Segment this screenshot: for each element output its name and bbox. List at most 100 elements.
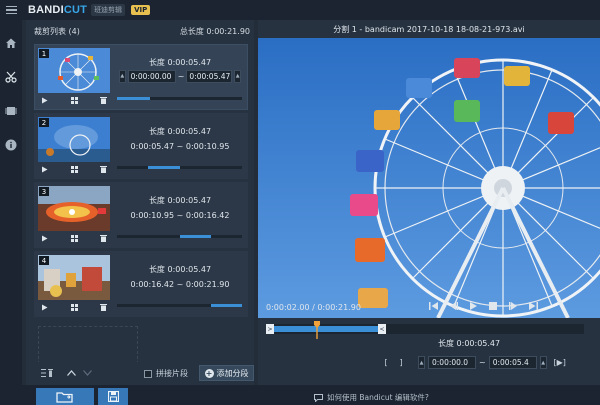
end-stepper-icon[interactable]: ▲ <box>539 356 547 369</box>
playback-controls <box>428 301 538 311</box>
bandicut-window: BANDICUT 班迪剪辑 VIP 裁剪列表 (4) 总长度 0:00:21.9… <box>0 0 600 405</box>
total-length: 总长度 0:00:21.90 <box>179 27 250 36</box>
start-time-input[interactable]: 0:00:00.00 <box>127 69 176 83</box>
clip-position-bar <box>117 97 242 100</box>
add-segment-button[interactable]: + 添加分段 <box>199 365 254 381</box>
play-icon[interactable] <box>468 301 478 311</box>
grid-icon[interactable] <box>70 96 78 106</box>
clip-length: 长度 0:00:05.47 <box>148 127 212 136</box>
play-segment-button[interactable]: [▶] <box>550 358 570 367</box>
title-bar: BANDICUT 班迪剪辑 VIP <box>0 0 600 20</box>
clip-item[interactable]: 3 长度 0:00:05.47 0:00:10.95 ~ 0:00:16.42 <box>34 182 248 248</box>
save-button[interactable] <box>98 388 128 405</box>
prev-frame-icon[interactable] <box>448 301 458 311</box>
app-logo: BANDICUT <box>28 4 87 16</box>
brand-subtitle: 班迪剪辑 <box>91 4 126 16</box>
clip-range[interactable]: 0:00:10.95 ~ 0:00:16.42 <box>115 211 245 220</box>
merge-label: 拼接片段 <box>156 369 188 378</box>
play-icon[interactable] <box>41 304 48 313</box>
video-frame[interactable] <box>258 38 600 318</box>
film-icon[interactable] <box>4 104 18 118</box>
clip-position-fill <box>179 235 211 238</box>
help-text: 如何使用 Bandicut 编辑软件? <box>327 393 429 402</box>
chat-bubble-icon <box>314 393 323 402</box>
clip-item[interactable]: 4 长度 0:00:05.47 0:00:16.42 ~ 0:00:21.90 <box>34 251 248 317</box>
merge-segments-toggle[interactable]: 拼接片段 <box>144 368 188 379</box>
play-icon[interactable] <box>41 166 48 175</box>
clip-position-fill <box>210 304 242 307</box>
set-end-button[interactable]: ] <box>395 358 407 367</box>
set-start-button[interactable]: [ <box>380 358 392 367</box>
open-file-button[interactable] <box>36 388 94 405</box>
grid-icon[interactable] <box>70 234 78 244</box>
clip-range[interactable]: 0:00:05.47 ~ 0:00:10.95 <box>115 142 245 151</box>
segment-length: 长度 0:00:05.47 <box>438 339 501 348</box>
vip-badge[interactable]: VIP <box>131 5 151 15</box>
clip-position-bar <box>117 304 242 307</box>
preview-panel: 分割 1 - bandicam 2017-10-18 18-08-21-973.… <box>258 20 600 385</box>
play-icon[interactable] <box>41 97 48 106</box>
playback-time: 0:00:02.00 / 0:00:21.90 <box>266 303 361 312</box>
merge-checkbox[interactable] <box>144 369 152 378</box>
clip-position-bar <box>117 235 242 238</box>
clip-number: 3 <box>39 187 49 196</box>
playhead-marker[interactable] <box>314 321 320 339</box>
start-stepper-icon[interactable]: ▲ <box>418 356 425 369</box>
range-separator: ~ <box>479 358 486 367</box>
add-segment-label: 添加分段 <box>216 368 249 378</box>
trash-icon[interactable] <box>100 234 107 244</box>
end-stepper-icon[interactable]: ▲ <box>234 69 241 83</box>
timeline-selection[interactable] <box>270 326 382 332</box>
clip-position-fill <box>117 97 150 100</box>
clip-thumbnail: 4 <box>38 255 110 300</box>
clip-thumbnail: 1 <box>38 48 110 93</box>
trash-icon[interactable] <box>100 303 107 313</box>
list-footer: 拼接片段 + 添加分段 <box>26 362 254 384</box>
help-link[interactable]: 如何使用 Bandicut 编辑软件? <box>314 392 429 403</box>
move-up-icon[interactable] <box>64 366 78 380</box>
end-time-input[interactable]: 0:00:05.47 <box>186 69 233 83</box>
segment-list-panel: 裁剪列表 (4) 总长度 0:00:21.90 1 长度 0:00:05.47 … <box>26 20 254 385</box>
clip-item[interactable]: 1 长度 0:00:05.47 ▲ 0:00:00.00 ~ 0:00:05.4… <box>34 44 248 110</box>
skip-start-icon[interactable] <box>428 301 438 311</box>
range-separator: ~ <box>177 71 185 81</box>
hamburger-menu-icon[interactable] <box>0 0 22 20</box>
clip-number: 4 <box>39 256 49 265</box>
clip-length: 长度 0:00:05.47 <box>148 196 212 205</box>
clip-range-editor: ▲ 0:00:00.00 ~ 0:00:05.47 ▲ <box>119 69 241 83</box>
start-time-input[interactable]: 0:00:00.0 <box>428 356 476 369</box>
cut-icon[interactable] <box>4 70 18 84</box>
clip-length: 长度 0:00:05.47 <box>148 58 212 67</box>
save-disk-icon <box>107 391 119 402</box>
clip-range[interactable]: 0:00:16.42 ~ 0:00:21.90 <box>115 280 245 289</box>
timeline-end-handle[interactable]: < <box>378 324 386 334</box>
preview-title: 分割 1 - bandicam 2017-10-18 18-08-21-973.… <box>333 25 525 34</box>
move-down-icon[interactable] <box>80 366 94 380</box>
home-icon[interactable] <box>4 36 18 50</box>
start-stepper-icon[interactable]: ▲ <box>119 69 126 83</box>
segment-range-editor: [ ] ▲ 0:00:00.0 ~ 0:00:05.4 ▲ [▶] <box>380 356 570 369</box>
clip-number: 1 <box>39 49 49 58</box>
clip-thumbnail: 2 <box>38 117 110 162</box>
trash-icon[interactable] <box>100 165 107 175</box>
clip-tools <box>38 302 110 314</box>
trash-icon[interactable] <box>100 96 107 106</box>
info-icon[interactable] <box>4 138 18 152</box>
skip-end-icon[interactable] <box>528 301 538 311</box>
timeline-track[interactable]: > < <box>266 321 584 339</box>
end-time-input[interactable]: 0:00:05.4 <box>488 356 537 369</box>
list-title: 裁剪列表 (4) <box>34 27 80 36</box>
list-header: 裁剪列表 (4) 总长度 0:00:21.90 <box>34 26 250 38</box>
clip-number: 2 <box>39 118 49 127</box>
stop-icon[interactable] <box>488 301 498 311</box>
left-nav <box>0 20 22 405</box>
play-icon[interactable] <box>41 235 48 244</box>
clip-position-bar <box>117 166 242 169</box>
grid-icon[interactable] <box>70 303 78 313</box>
list-delete-icon[interactable] <box>40 366 54 380</box>
clip-position-fill <box>148 166 180 169</box>
clip-item[interactable]: 2 长度 0:00:05.47 0:00:05.47 ~ 0:00:10.95 <box>34 113 248 179</box>
grid-icon[interactable] <box>70 165 78 175</box>
next-frame-icon[interactable] <box>508 301 518 311</box>
timeline-start-handle[interactable]: > <box>266 324 274 334</box>
